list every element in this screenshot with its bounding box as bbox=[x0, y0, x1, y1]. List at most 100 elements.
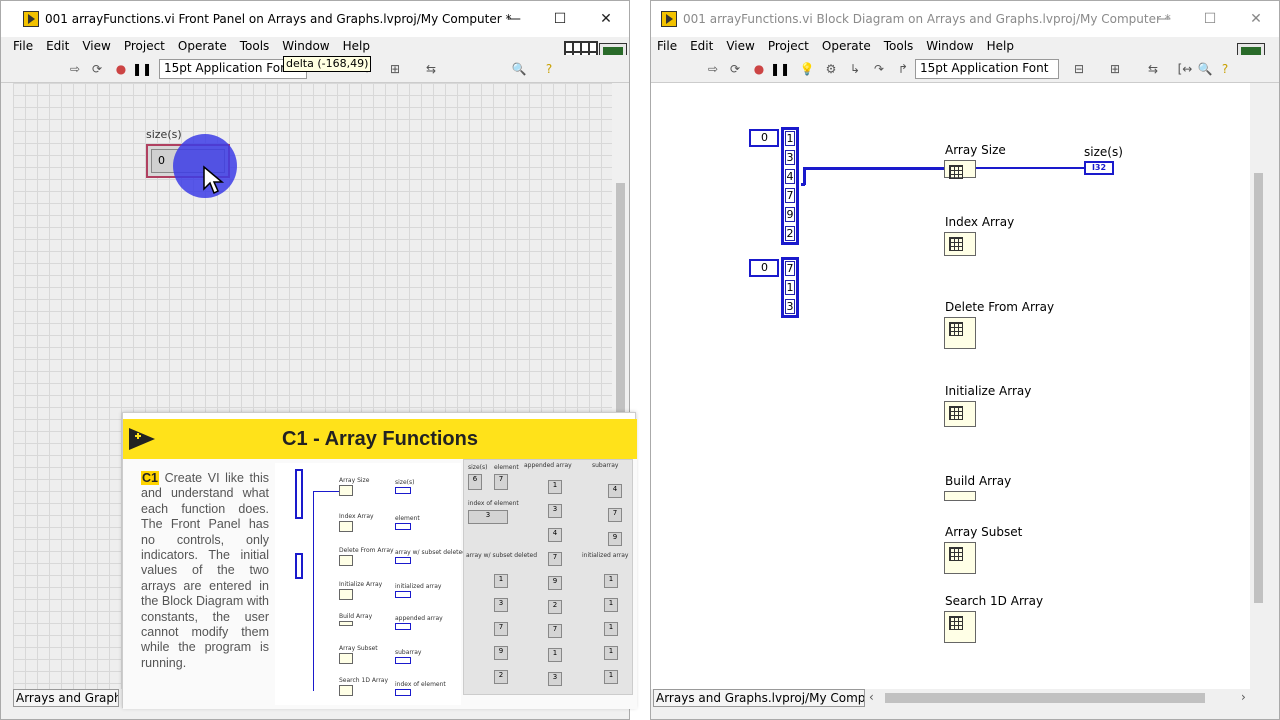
array-size-function[interactable] bbox=[944, 160, 976, 179]
array1-element[interactable]: 1 bbox=[785, 131, 795, 146]
front-panel-titlebar[interactable]: 001 arrayFunctions.vi Front Panel on Arr… bbox=[1, 1, 629, 37]
mini-fn-label: Array Size bbox=[339, 477, 370, 484]
array1-element[interactable]: 3 bbox=[785, 150, 795, 165]
mini-array-subset bbox=[339, 653, 353, 664]
minimize-button[interactable]: — bbox=[491, 1, 537, 37]
tutorial-slide: C1 - Array Functions C1 Create VI like t… bbox=[122, 412, 637, 709]
array2-constant[interactable]: 7 1 3 bbox=[781, 257, 799, 318]
labview-vi-icon bbox=[23, 11, 39, 27]
resize-icon[interactable]: ⊞ bbox=[387, 61, 403, 77]
minimize-button[interactable]: — bbox=[1141, 1, 1187, 37]
mini-out-label: size(s) bbox=[395, 479, 415, 486]
block-diagram-titlebar[interactable]: 001 arrayFunctions.vi Block Diagram on A… bbox=[651, 1, 1279, 37]
help-icon[interactable]: ? bbox=[541, 61, 557, 77]
retain-wire-values-icon[interactable]: ⚙ bbox=[823, 61, 839, 77]
slide-text: Create VI like this and understand what … bbox=[141, 471, 269, 670]
menu-window[interactable]: Window bbox=[282, 39, 329, 53]
maximize-button[interactable]: ☐ bbox=[537, 1, 583, 37]
block-diagram-vscroll[interactable] bbox=[1250, 83, 1267, 691]
array2-index[interactable]: 0 bbox=[749, 259, 779, 277]
menu-view[interactable]: View bbox=[726, 39, 754, 53]
array1-element[interactable]: 4 bbox=[785, 169, 795, 184]
array1-constant[interactable]: 1 3 4 7 9 2 bbox=[781, 127, 799, 245]
menu-edit[interactable]: Edit bbox=[46, 39, 69, 53]
block-diagram-menubar: File Edit View Project Operate Tools Win… bbox=[651, 37, 1279, 55]
array1-index[interactable]: 0 bbox=[749, 129, 779, 147]
menu-operate[interactable]: Operate bbox=[822, 39, 871, 53]
step-into-icon[interactable]: ↳ bbox=[847, 61, 863, 77]
slide-tag: C1 bbox=[141, 471, 159, 485]
run-icon[interactable]: ⇨ bbox=[705, 61, 721, 77]
menu-tools[interactable]: Tools bbox=[884, 39, 914, 53]
initialize-array-function[interactable] bbox=[944, 401, 976, 427]
mini-deleted-cell: 2 bbox=[494, 670, 508, 684]
array2-element[interactable]: 1 bbox=[785, 280, 795, 295]
distribute-icon[interactable]: ⊞ bbox=[1107, 61, 1123, 77]
mini-deleted-cell: 1 bbox=[494, 574, 508, 588]
array-wire[interactable] bbox=[803, 169, 806, 185]
menu-operate[interactable]: Operate bbox=[178, 39, 227, 53]
delete-from-array-function[interactable] bbox=[944, 317, 976, 349]
search-icon[interactable]: 🔍 bbox=[511, 61, 527, 77]
menu-project[interactable]: Project bbox=[124, 39, 165, 53]
abort-icon[interactable]: ● bbox=[113, 61, 129, 77]
array-wire[interactable] bbox=[803, 167, 945, 170]
highlight-execution-icon[interactable]: 💡 bbox=[799, 61, 815, 77]
mini-out-label: element bbox=[395, 515, 420, 522]
array1-element[interactable]: 2 bbox=[785, 226, 795, 241]
size-i32-terminal[interactable]: I32 bbox=[1084, 161, 1114, 175]
help-icon[interactable]: ? bbox=[1217, 61, 1233, 77]
mini-initialized-cell: 1 bbox=[604, 574, 618, 588]
reorder-icon[interactable]: ⇆ bbox=[423, 61, 439, 77]
run-icon[interactable]: ⇨ bbox=[67, 61, 83, 77]
array2-element[interactable]: 7 bbox=[785, 261, 795, 276]
mini-fp-label: size(s) bbox=[468, 464, 488, 471]
array1-element[interactable]: 9 bbox=[785, 207, 795, 222]
scroll-left-icon[interactable]: ‹ bbox=[869, 690, 874, 704]
mini-out-indicator bbox=[395, 591, 411, 598]
array-subset-function[interactable] bbox=[944, 542, 976, 574]
menu-help[interactable]: Help bbox=[343, 39, 370, 53]
mouse-cursor-icon bbox=[203, 165, 225, 195]
pause-icon[interactable]: ❚❚ bbox=[132, 61, 152, 77]
array2-element[interactable]: 3 bbox=[785, 299, 795, 314]
mini-array-size bbox=[339, 485, 353, 496]
size-wire[interactable] bbox=[975, 167, 1085, 169]
scroll-right-icon[interactable]: › bbox=[1241, 690, 1246, 704]
pause-icon[interactable]: ❚❚ bbox=[770, 61, 790, 77]
close-button[interactable]: ✕ bbox=[583, 1, 629, 37]
step-out-icon[interactable]: ↱ bbox=[895, 61, 911, 77]
menu-project[interactable]: Project bbox=[768, 39, 809, 53]
block-diagram-canvas[interactable]: 0 1 3 4 7 9 2 0 7 1 3 Array Size Index A… bbox=[651, 83, 1253, 691]
align-icon[interactable]: ⊟ bbox=[1071, 61, 1087, 77]
run-continuously-icon[interactable]: ⟳ bbox=[89, 61, 105, 77]
menu-file[interactable]: File bbox=[657, 39, 677, 53]
font-selector[interactable]: 15pt Application Font bbox=[915, 59, 1059, 79]
menu-help[interactable]: Help bbox=[987, 39, 1014, 53]
run-continuously-icon[interactable]: ⟳ bbox=[727, 61, 743, 77]
menu-view[interactable]: View bbox=[82, 39, 110, 53]
search-1d-array-function[interactable] bbox=[944, 611, 976, 643]
menu-file[interactable]: File bbox=[13, 39, 33, 53]
menu-window[interactable]: Window bbox=[926, 39, 973, 53]
reorder-icon[interactable]: ⇆ bbox=[1145, 61, 1161, 77]
cleanup-icon[interactable]: [↔ bbox=[1177, 61, 1193, 77]
maximize-button[interactable]: ☐ bbox=[1187, 1, 1233, 37]
mini-fn-label: Build Array bbox=[339, 613, 373, 620]
horizontal-scroll-thumb[interactable] bbox=[885, 693, 1205, 703]
abort-icon[interactable]: ● bbox=[751, 61, 767, 77]
menu-tools[interactable]: Tools bbox=[240, 39, 270, 53]
search-icon[interactable]: 🔍 bbox=[1197, 61, 1213, 77]
mini-wire bbox=[313, 491, 339, 492]
mini-array1 bbox=[295, 469, 303, 519]
index-array-label: Index Array bbox=[945, 215, 1015, 229]
array1-element[interactable]: 7 bbox=[785, 188, 795, 203]
block-diagram-vscroll-thumb[interactable] bbox=[1254, 173, 1263, 603]
build-array-function[interactable] bbox=[944, 491, 976, 501]
index-array-function[interactable] bbox=[944, 232, 976, 256]
close-button[interactable]: ✕ bbox=[1233, 1, 1279, 37]
menu-edit[interactable]: Edit bbox=[690, 39, 713, 53]
mini-out-indicator bbox=[395, 487, 411, 494]
step-over-icon[interactable]: ↷ bbox=[871, 61, 887, 77]
mini-appended-cell: 1 bbox=[548, 480, 562, 494]
